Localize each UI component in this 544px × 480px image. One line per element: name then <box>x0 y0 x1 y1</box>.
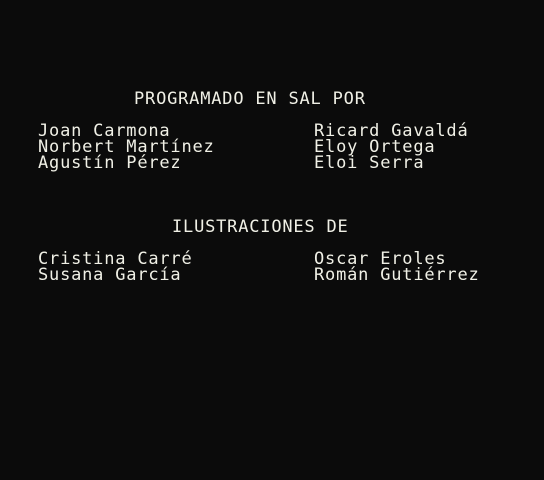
illustrator-name: Susana García <box>38 265 182 285</box>
illustrator-name: Román Gutiérrez <box>314 265 480 285</box>
programmer-name: Eloi Serra <box>314 153 425 173</box>
credits-screen: PROGRAMADO EN SAL POR Joan Carmona Norbe… <box>0 0 544 480</box>
programmer-name: Agustín Pérez <box>38 153 182 173</box>
illustrations-heading: ILUSTRACIONES DE <box>172 217 349 237</box>
programming-heading: PROGRAMADO EN SAL POR <box>134 89 366 109</box>
